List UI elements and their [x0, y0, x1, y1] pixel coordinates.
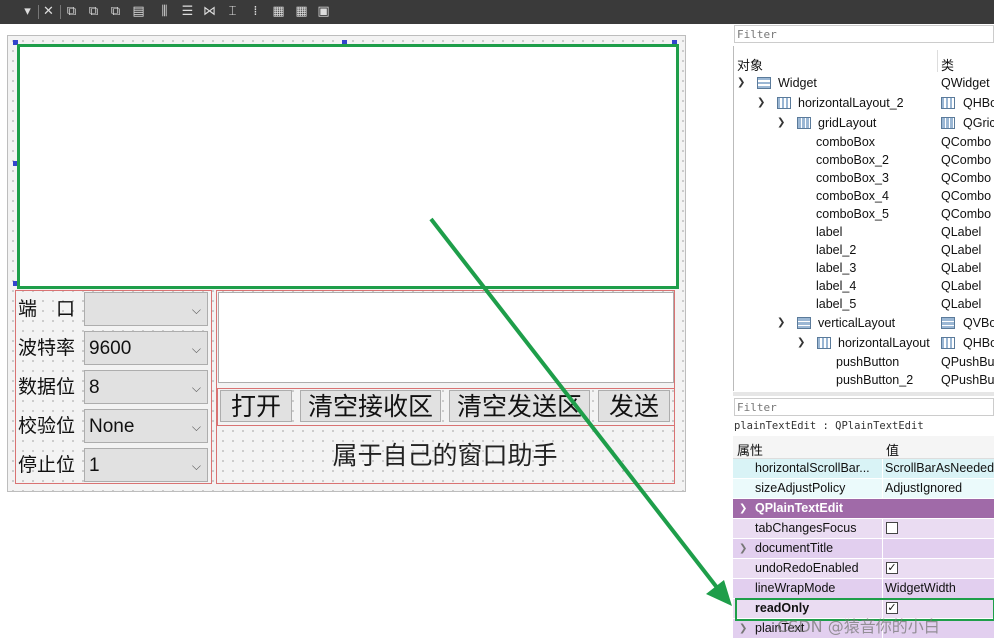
- arrow-line: [429, 217, 724, 596]
- annotation-arrow: [429, 217, 732, 606]
- watermark: CSDN @猿音你的小白: [777, 617, 940, 636]
- arrow-head: [706, 580, 732, 606]
